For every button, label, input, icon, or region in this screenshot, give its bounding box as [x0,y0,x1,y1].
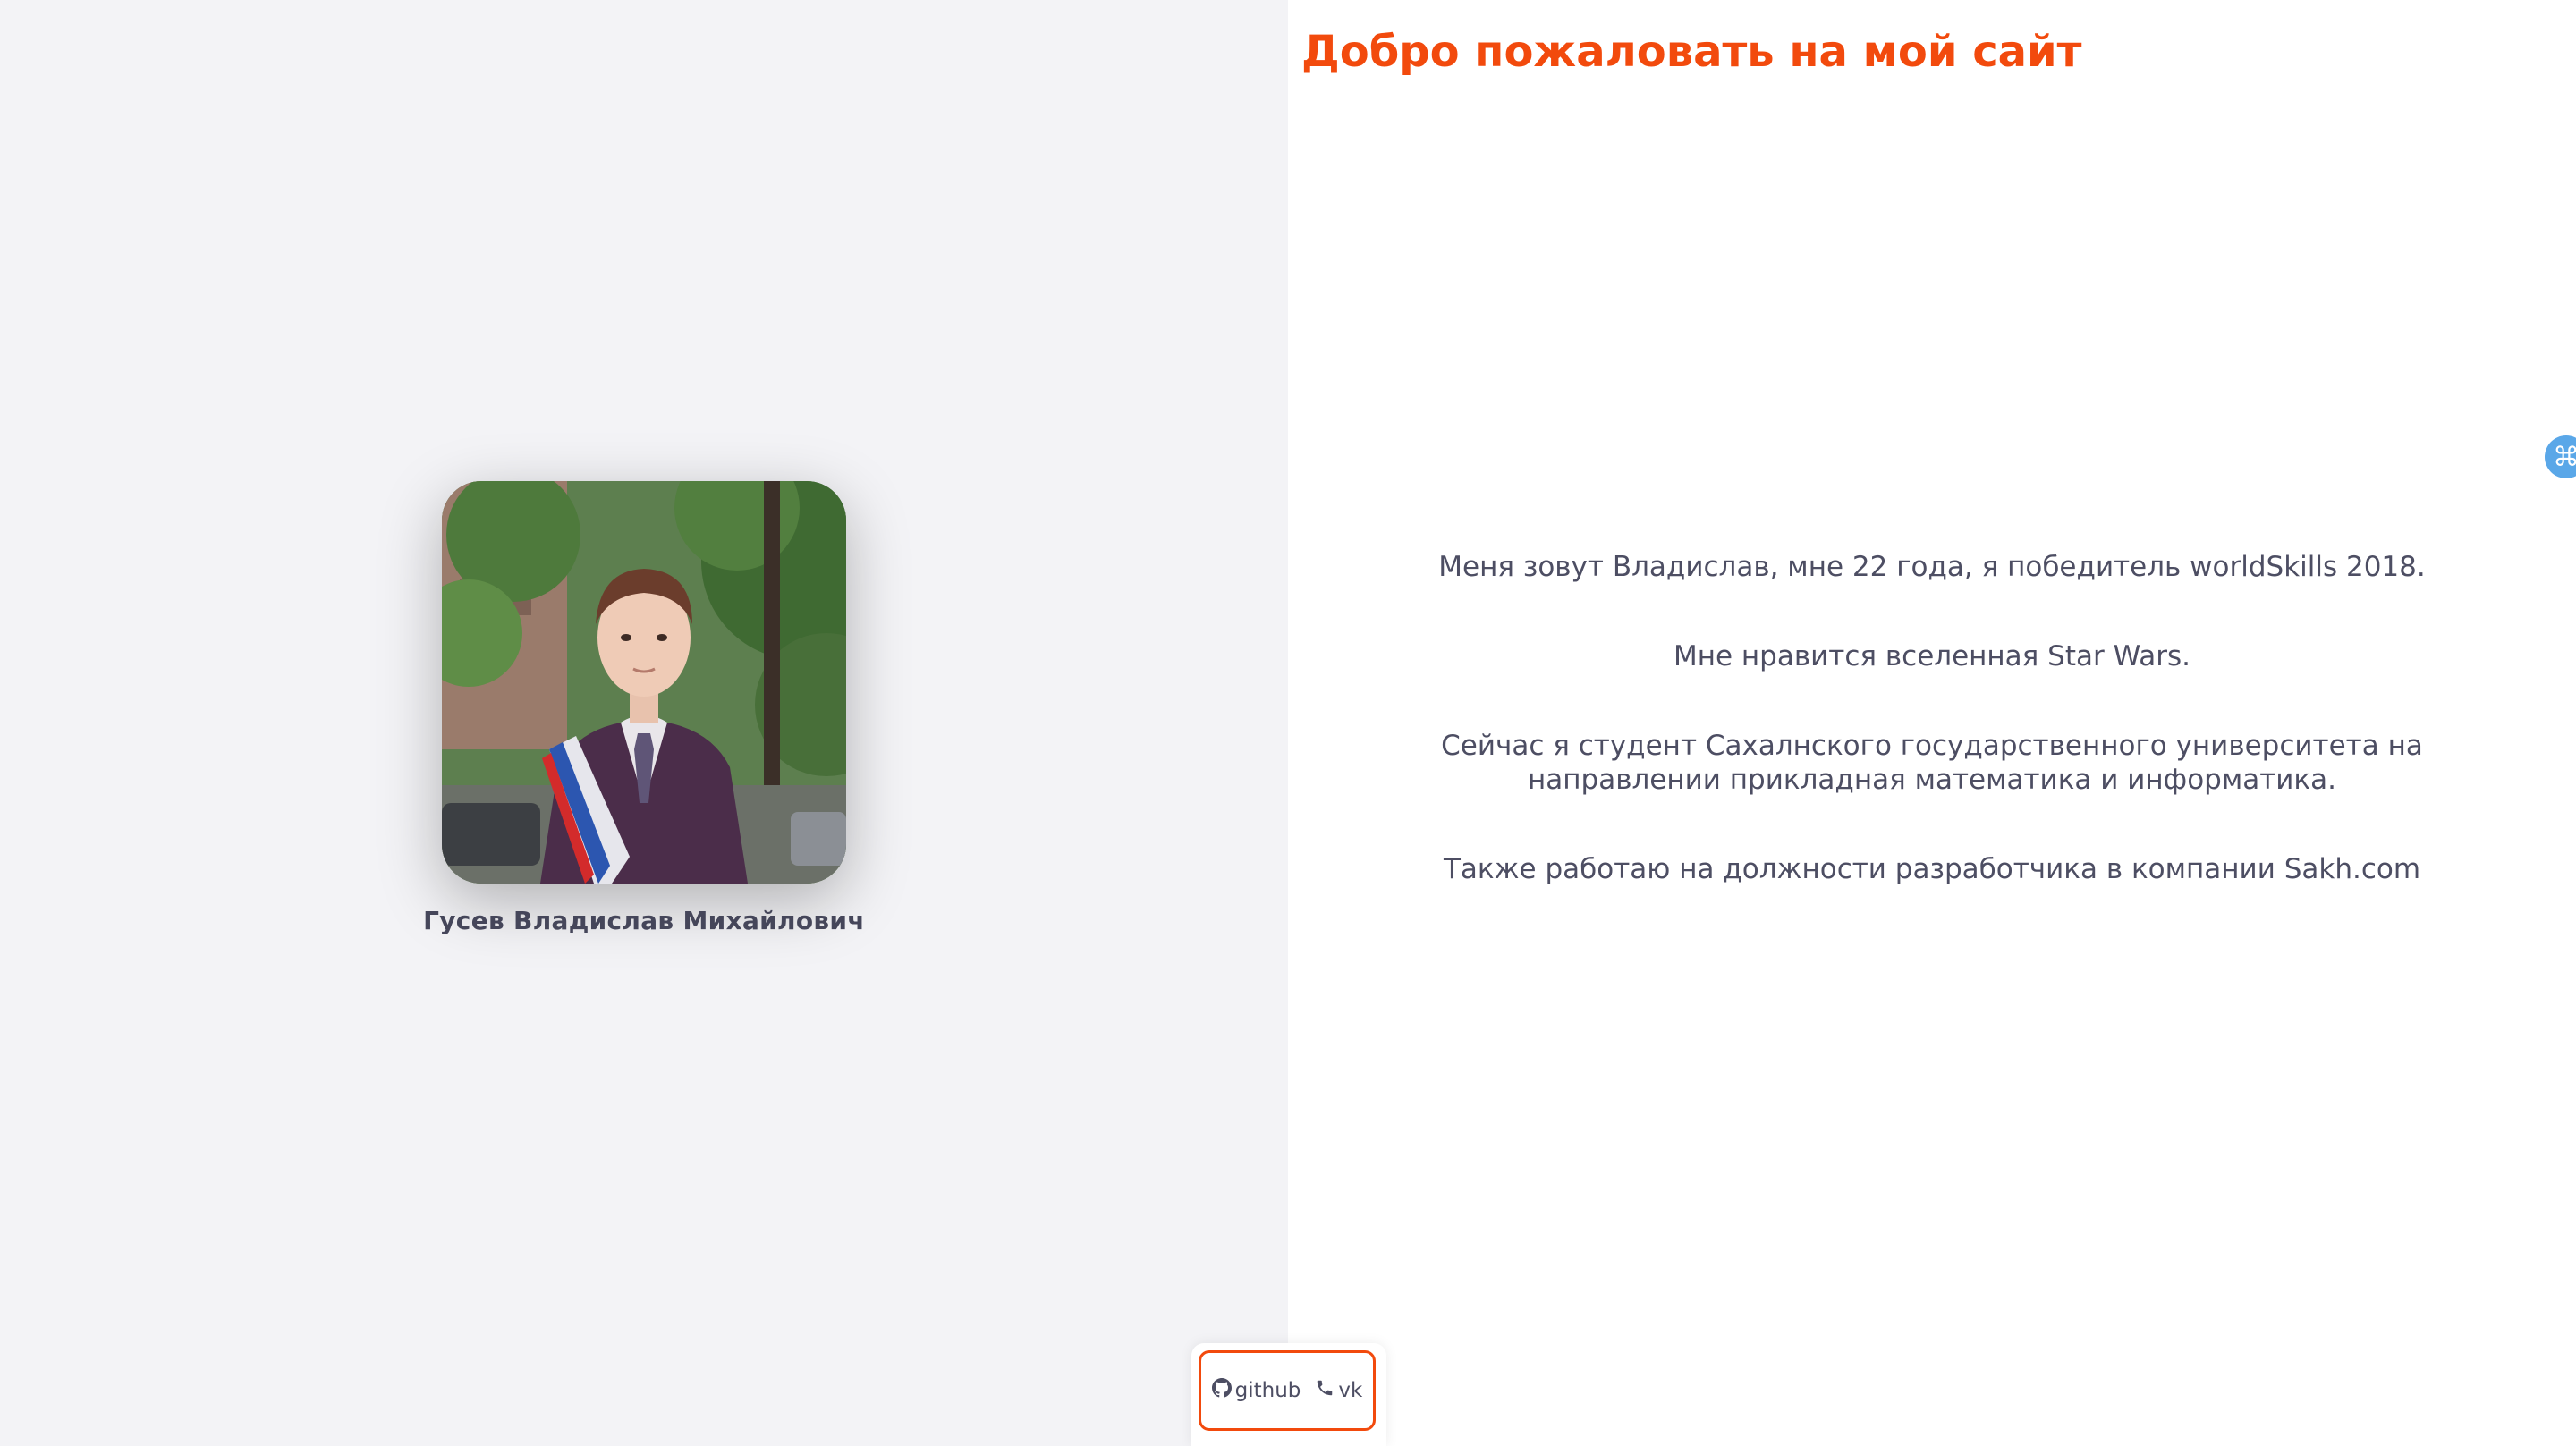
page: Гусев Владислав Михайлович Добро пожалов… [0,0,2576,1446]
page-title: Добро пожаловать на мой сайт [1301,27,2082,77]
github-link[interactable]: github [1211,1378,1301,1403]
profile-name: Гусев Владислав Михайлович [423,906,865,935]
github-link-label: github [1234,1379,1301,1402]
profile-panel: Гусев Владислав Михайлович [0,0,1288,1446]
about-section: Меня зовут Владислав, мне 22 года, я поб… [1377,550,2487,942]
vk-link[interactable]: vk [1315,1378,1362,1403]
about-paragraph: Также работаю на должности разработчика … [1443,853,2421,885]
about-paragraph: Мне нравится вселенная Star Wars. [1673,640,2191,672]
about-paragraph: Сейчас я студент Сахалнского государстве… [1441,730,2423,796]
social-links: github vk [1199,1350,1376,1431]
about-paragraph: Меня зовут Владислав, мне 22 года, я поб… [1438,551,2426,583]
profile-photo [442,481,846,884]
vk-link-label: vk [1338,1379,1363,1402]
github-icon [1211,1378,1232,1403]
phone-icon [1315,1378,1335,1403]
portrait-photo-illustration [442,481,846,884]
social-links-bar: github vk [1191,1343,1386,1446]
